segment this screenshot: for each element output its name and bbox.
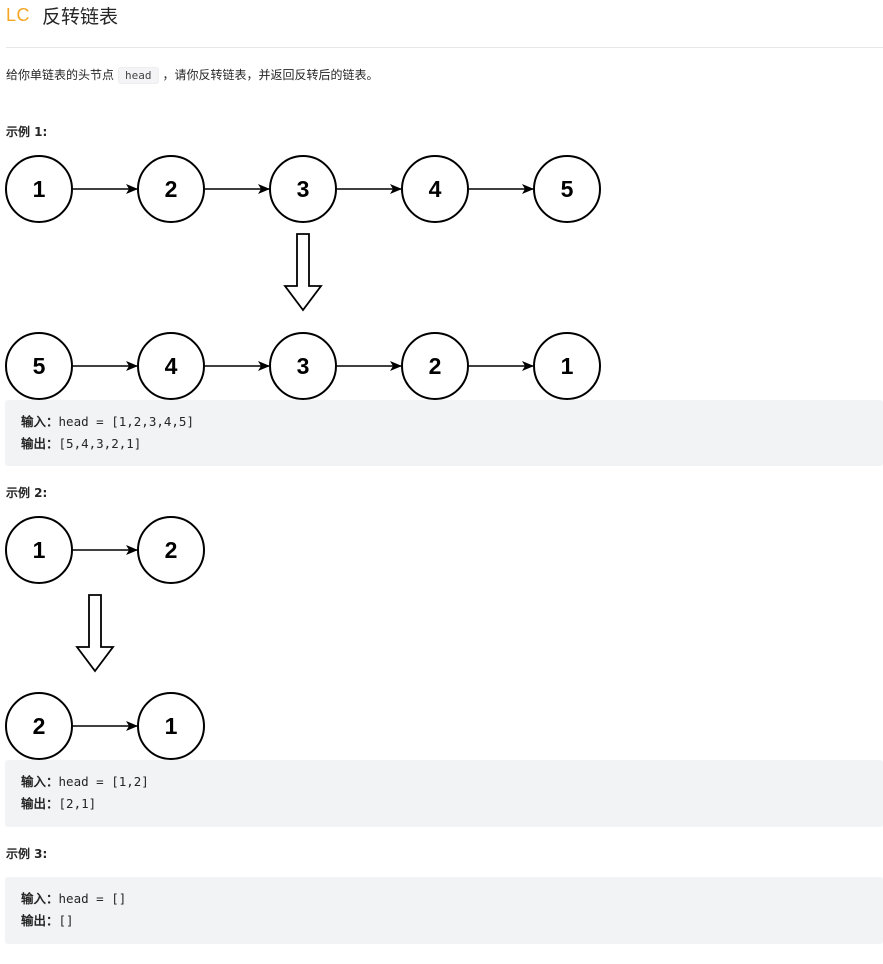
input-value: head = [1,2,3,4,5] <box>58 414 194 429</box>
example-1-io-block: 输入：head = [1,2,3,4,5] 输出：[5,4,3,2,1] <box>5 400 883 466</box>
lc-logo: LC <box>6 4 31 25</box>
output-label: 输出： <box>21 913 59 928</box>
example-1-output-line: 输出：[5,4,3,2,1] <box>21 433 883 455</box>
input-label: 输入： <box>21 891 59 906</box>
output-value: [5,4,3,2,1] <box>58 436 142 451</box>
example-1-title: 示例 1: <box>6 125 48 139</box>
list-node-label: 3 <box>297 176 310 202</box>
down-arrow-icon <box>283 233 323 312</box>
example-3-title: 示例 3: <box>6 847 48 861</box>
example-1-diagram: 1 2 3 4 5 5 4 3 2 1 <box>5 155 601 400</box>
problem-description: 给你单链表的头节点 head ，请你反转链表，并返回反转后的链表。 <box>6 66 379 85</box>
header-divider <box>6 47 883 48</box>
output-value: [2,1] <box>58 796 97 811</box>
example-2-diagram: 1 2 2 1 <box>5 516 205 760</box>
list-node-label: 1 <box>33 176 46 202</box>
example-3-output-line: 输出：[] <box>21 910 883 932</box>
example-1-before-row: 1 2 3 4 5 <box>5 155 601 223</box>
page-title: 反转链表 <box>42 5 119 28</box>
output-label: 输出： <box>21 796 59 811</box>
down-arrow-icon <box>75 594 115 673</box>
example-2-io-block: 输入：head = [1,2] 输出：[2,1] <box>5 760 883 827</box>
example-1-after-row: 5 4 3 2 1 <box>5 332 601 400</box>
output-label: 输出： <box>21 436 59 451</box>
input-label: 输入： <box>21 774 59 789</box>
input-label: 输入： <box>21 414 59 429</box>
example-3-io-block: 输入：head = [] 输出：[] <box>5 877 883 944</box>
list-node-label: 4 <box>165 353 178 379</box>
description-text-before: 给你单链表的头节点 <box>6 68 115 82</box>
example-2-input-line: 输入：head = [1,2] <box>21 771 883 793</box>
list-node-label: 1 <box>33 537 46 563</box>
example-2-after-row: 2 1 <box>5 692 205 760</box>
list-node-label: 1 <box>165 713 178 739</box>
input-value: head = [1,2] <box>58 774 149 789</box>
list-node-label: 5 <box>33 353 46 379</box>
list-node-label: 4 <box>429 176 442 202</box>
list-node-label: 2 <box>33 713 46 739</box>
description-code-head: head <box>118 67 159 84</box>
list-node-label: 5 <box>561 176 574 202</box>
example-2-before-row: 1 2 <box>5 516 205 584</box>
list-node-label: 1 <box>561 353 574 379</box>
example-2-title: 示例 2: <box>6 486 48 500</box>
list-node-label: 3 <box>297 353 310 379</box>
example-1-input-line: 输入：head = [1,2,3,4,5] <box>21 411 883 433</box>
output-value: [] <box>58 913 74 928</box>
input-value: head = [] <box>58 891 127 906</box>
example-3-input-line: 输入：head = [] <box>21 888 883 910</box>
description-text-after: ，请你反转链表，并返回反转后的链表。 <box>162 68 379 82</box>
list-node-label: 2 <box>429 353 442 379</box>
example-2-output-line: 输出：[2,1] <box>21 793 883 815</box>
page-header: LC 反转链表 <box>6 2 118 28</box>
list-node-label: 2 <box>165 537 178 563</box>
list-node-label: 2 <box>165 176 178 202</box>
